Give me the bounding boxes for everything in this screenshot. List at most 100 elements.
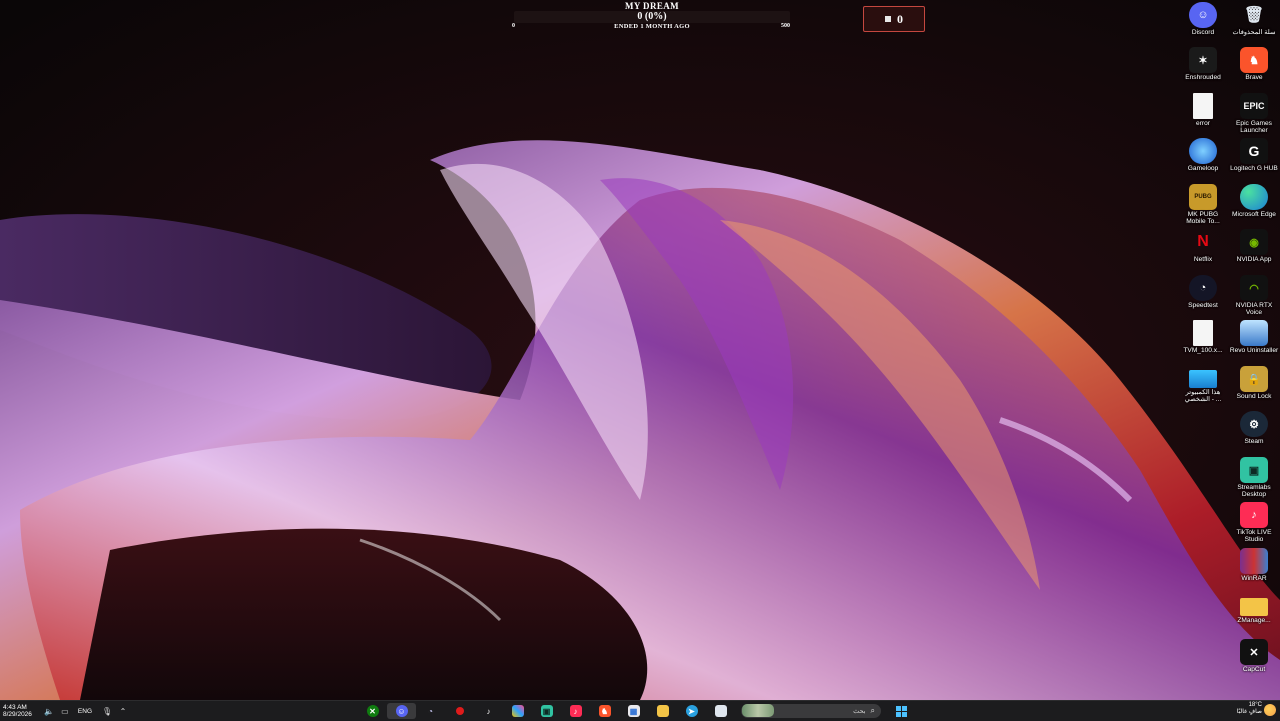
steam-icon: ⚙ — [1240, 411, 1268, 437]
desktop-icon-revo[interactable]: Revo Uninstaller — [1229, 320, 1279, 364]
pubg-icon: PUBG — [1189, 184, 1217, 210]
lock-icon: 🔒 — [1240, 366, 1268, 392]
desktop-icon-nvidia-app[interactable]: ◉ NVIDIA App — [1229, 229, 1279, 273]
desktop-icon-pubg[interactable]: PUBG MK PUBG Mobile To... — [1178, 184, 1228, 228]
file-explorer-icon — [656, 705, 669, 717]
desktop-wallpaper — [0, 0, 1280, 700]
desktop-icon-steam[interactable]: ⚙ Steam — [1229, 411, 1279, 455]
notepad-icon — [714, 705, 727, 717]
winrar-icon — [1240, 548, 1268, 574]
clock-date: 8/29/2026 — [3, 711, 32, 718]
speedtest-icon: ◔ — [428, 706, 433, 716]
taskbar-app-notepad[interactable] — [706, 703, 735, 719]
taskbar-app-speedtest[interactable]: ◔ — [416, 703, 445, 719]
taskbar-app-store[interactable]: ▦ — [619, 703, 648, 719]
goal-widget: MY DREAM 0 (0%) 0 ENDED 1 MONTH AGO 500 — [512, 0, 792, 34]
start-button[interactable] — [887, 703, 916, 719]
search-placeholder: بحث — [853, 708, 866, 715]
desktop-icon-netflix[interactable]: N Netflix — [1178, 229, 1228, 273]
desktop-icon-speedtest[interactable]: ◔ Speedtest — [1178, 275, 1228, 319]
file-icon — [1193, 320, 1213, 346]
clock-time: 4:43 AM — [3, 704, 27, 711]
taskbar-app-tiktok[interactable]: ♪ — [474, 703, 503, 719]
desktop-icon-epic[interactable]: EPIC Epic Games Launcher — [1229, 93, 1279, 137]
taskbar-app-discord[interactable]: ☺ — [387, 703, 416, 719]
desktop-icon-capcut[interactable]: ✕ CapCut — [1229, 639, 1279, 683]
discord-icon: ☺ — [395, 705, 408, 717]
network-icon[interactable]: ▭ — [60, 706, 70, 716]
weather-desc: صافٍ غالبًا — [1236, 709, 1262, 715]
windows-icon — [896, 705, 907, 717]
chevron-up-icon[interactable]: ⌃ — [118, 706, 128, 716]
revo-icon — [1240, 320, 1268, 346]
desktop-icon-zmanager[interactable]: ZManage... — [1229, 594, 1279, 638]
weather-temp: 18°C — [1248, 702, 1262, 708]
xbox-icon: ✕ — [366, 705, 379, 717]
taskbar-app-pen[interactable] — [503, 703, 532, 719]
tiktok-icon: ♪ — [486, 706, 491, 716]
monitor-icon — [1189, 370, 1217, 388]
desktop-icon-logitech[interactable]: G Logitech G HUB — [1229, 138, 1279, 182]
microphone-icon[interactable]: 🎙 — [102, 706, 112, 716]
weather-sun-icon — [1264, 704, 1276, 716]
edge-icon — [1240, 184, 1268, 210]
desktop-icon-brave[interactable]: ♞ Brave — [1229, 47, 1279, 91]
chat-icon — [885, 16, 891, 22]
goal-value: 0 (0%) — [637, 11, 667, 22]
folder-icon — [1240, 598, 1268, 616]
enshrouded-icon: ✶ — [1189, 47, 1217, 73]
netflix-icon: N — [1197, 233, 1209, 250]
goal-status: ENDED 1 MONTH AGO — [614, 23, 690, 30]
search-icon: ⌕ — [870, 706, 875, 715]
chat-counter[interactable]: 0 — [863, 6, 925, 32]
taskbar-app-xbox[interactable]: ✕ — [358, 703, 387, 719]
search-highlight-image — [742, 704, 774, 717]
store-icon: ▦ — [627, 705, 640, 717]
weather-widget[interactable]: 18°C صافٍ غالبًا — [1237, 702, 1262, 720]
desktop-icon-gameloop[interactable]: Gameloop — [1178, 138, 1228, 182]
headset-icon: ◠ — [1240, 275, 1268, 301]
chat-counter-value: 0 — [897, 11, 903, 26]
tiktok-live-icon: ♪ — [569, 705, 582, 717]
brave-icon: ♞ — [598, 705, 611, 717]
tiktok-live-icon: ♪ — [1240, 502, 1268, 528]
desktop-icon-streamlabs[interactable]: ▣ Streamlabs Desktop — [1229, 457, 1279, 501]
speedtest-icon: ◔ — [1189, 275, 1217, 301]
streamlabs-icon: ▣ — [540, 705, 553, 717]
desktop-icon-tvm[interactable]: TVM_100.x... — [1178, 320, 1228, 364]
taskbar-app-streamlabs[interactable]: ▣ — [532, 703, 561, 719]
desktop-icon-enshrouded[interactable]: ✶ Enshrouded — [1178, 47, 1228, 91]
pen-icon — [511, 705, 524, 717]
volume-icon[interactable]: 🔈 — [44, 706, 54, 716]
taskbar: 4:43 AM 8/29/2026 🔈 ▭ ENG 🎙 ⌃ ✕ ☺ ◔ ♪ ▣ … — [0, 700, 1280, 721]
desktop-icon-winrar[interactable]: WinRAR — [1229, 548, 1279, 592]
taskbar-app-file-explorer[interactable] — [648, 703, 677, 719]
discord-icon: ☺ — [1189, 2, 1217, 28]
nvidia-icon: ◉ — [1240, 229, 1268, 255]
taskbar-app-brave[interactable]: ♞ — [590, 703, 619, 719]
record-icon — [455, 707, 464, 715]
desktop-icon-this-pc[interactable]: هذا الكمبيوتر الشخصي - ... — [1178, 366, 1228, 410]
logitech-icon: G — [1240, 138, 1268, 164]
capcut-icon: ✕ — [1240, 639, 1268, 665]
clock[interactable]: 4:43 AM 8/29/2026 — [3, 704, 32, 718]
taskbar-left-tray: 4:43 AM 8/29/2026 🔈 ▭ ENG 🎙 ⌃ — [3, 701, 128, 721]
taskbar-app-record[interactable] — [445, 703, 474, 719]
desktop-icon-sound-lock[interactable]: 🔒 Sound Lock — [1229, 366, 1279, 410]
epic-games-icon: EPIC — [1240, 93, 1268, 119]
desktop-icon-discord[interactable]: ☺ Discord — [1178, 2, 1228, 46]
taskbar-apps: ✕ ☺ ◔ ♪ ▣ ♪ ♞ ▦ ➤ بحث ⌕ — [358, 703, 916, 719]
taskbar-app-telegram[interactable]: ➤ — [677, 703, 706, 719]
goal-max: 500 — [781, 23, 790, 29]
taskbar-app-tiktok-live[interactable]: ♪ — [561, 703, 590, 719]
desktop-icon-recycle-bin[interactable]: 🗑 سلة المحذوفات — [1229, 2, 1279, 46]
desktop-icon-edge[interactable]: Microsoft Edge — [1229, 184, 1279, 228]
language-indicator[interactable]: ENG — [78, 708, 92, 715]
desktop-icon-error[interactable]: error — [1178, 93, 1228, 137]
file-icon — [1193, 93, 1213, 119]
telegram-icon: ➤ — [685, 705, 698, 717]
brave-icon: ♞ — [1240, 47, 1268, 73]
streamlabs-icon: ▣ — [1240, 457, 1268, 483]
desktop-icon-tiktok-live[interactable]: ♪ TikTok LIVE Studio — [1229, 502, 1279, 546]
desktop-icon-rtx-voice[interactable]: ◠ NVIDIA RTX Voice — [1229, 275, 1279, 319]
